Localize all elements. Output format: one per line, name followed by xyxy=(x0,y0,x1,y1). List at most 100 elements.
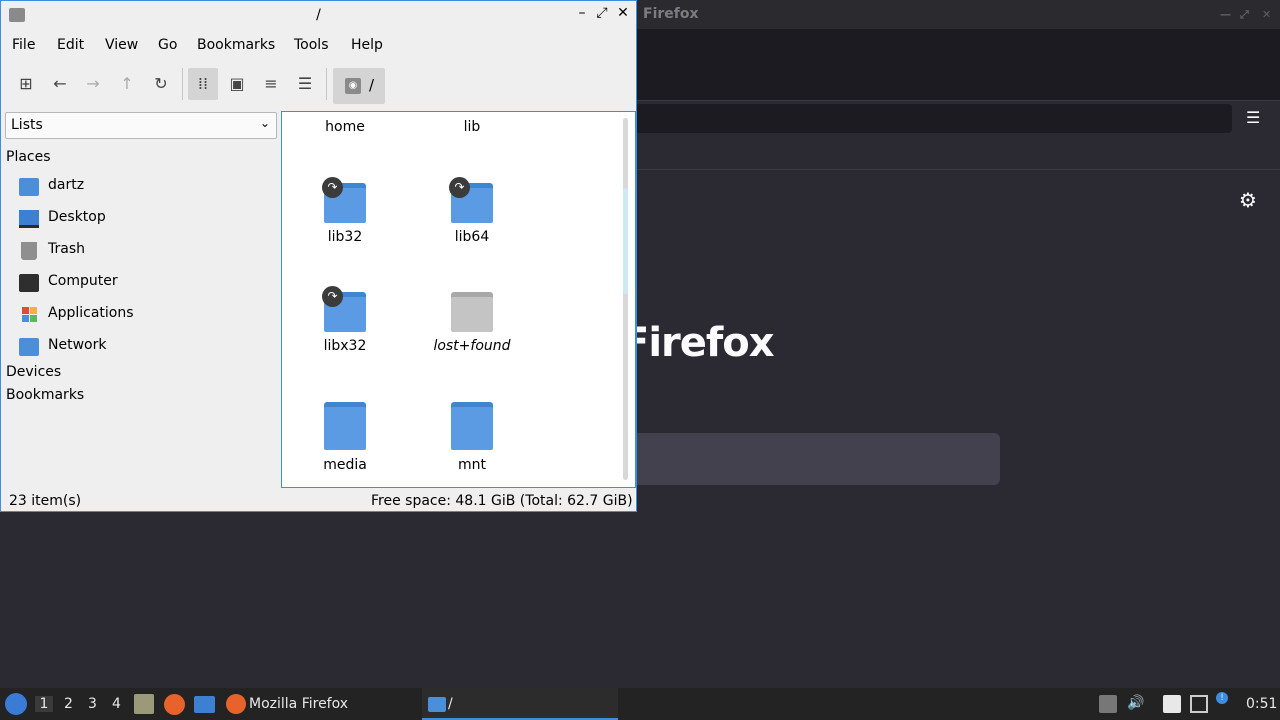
new-tab-icon[interactable]: ⊞ xyxy=(11,68,41,100)
file-manager-titlebar[interactable]: / – ⤢ ✕ xyxy=(1,1,636,30)
firefox-url-bar[interactable] xyxy=(636,104,1232,133)
sidebar-item-label: Network xyxy=(48,337,107,353)
sidebar-item-network[interactable]: Network xyxy=(19,332,269,362)
workspace-3[interactable]: 3 xyxy=(88,696,97,712)
file-item-label: libx32 xyxy=(323,338,367,354)
workspace-2[interactable]: 2 xyxy=(64,696,73,712)
window-title: / xyxy=(316,7,321,23)
path-bar[interactable]: ◉ / xyxy=(333,68,385,104)
menu-tools[interactable]: Tools xyxy=(294,37,329,53)
vertical-scrollbar[interactable] xyxy=(623,118,628,480)
status-item-count: 23 item(s) xyxy=(9,493,82,509)
clipboard-icon[interactable] xyxy=(1163,695,1181,713)
bookmarks-header[interactable]: Bookmarks xyxy=(6,387,84,403)
folder-icon: ↷ xyxy=(449,177,493,223)
back-arrow-icon[interactable]: ← xyxy=(45,68,75,100)
reload-icon[interactable]: ↻ xyxy=(146,68,176,100)
file-item-media[interactable]: media xyxy=(290,402,400,473)
task-label: / xyxy=(448,696,453,712)
toolbar-separator xyxy=(182,68,183,100)
maximize-icon[interactable]: ⤢ xyxy=(593,5,611,21)
file-icon-view[interactable]: home lib ↷ lib32 ↷ lib64 ↷ libx32 lost+f… xyxy=(281,111,636,488)
symlink-arrow-icon: ↷ xyxy=(322,177,343,198)
sidebar-item-dartz[interactable]: dartz xyxy=(19,172,269,202)
menu-edit[interactable]: Edit xyxy=(57,37,84,53)
thumbnail-view-icon[interactable]: ▣ xyxy=(222,68,252,100)
firefox-launcher-icon[interactable] xyxy=(164,694,185,715)
file-item-home[interactable]: home xyxy=(290,119,400,135)
workspace-4[interactable]: 4 xyxy=(112,696,121,712)
file-manager-window: / – ⤢ ✕ File Edit View Go Bookmarks Tool… xyxy=(0,0,637,512)
sidebar-item-applications[interactable]: Applications xyxy=(19,300,269,330)
notification-icon[interactable]: ! xyxy=(1216,692,1228,704)
computer-icon xyxy=(19,274,39,292)
file-item-label: media xyxy=(323,457,367,473)
file-item-lib64[interactable]: ↷ lib64 xyxy=(417,177,527,248)
sidebar-item-computer[interactable]: Computer xyxy=(19,268,269,298)
file-item-libx32[interactable]: ↷ libx32 xyxy=(290,286,400,357)
gear-icon[interactable]: ⚙ xyxy=(1239,188,1257,212)
menu-view[interactable]: View xyxy=(105,37,138,53)
symlink-arrow-icon: ↷ xyxy=(449,177,470,198)
file-item-lib[interactable]: lib xyxy=(417,119,527,135)
eject-icon[interactable] xyxy=(1099,695,1117,713)
sidebar-item-desktop[interactable]: Desktop xyxy=(19,204,269,234)
drive-icon: ◉ xyxy=(345,78,361,94)
file-item-label: mnt xyxy=(458,457,486,473)
close-icon[interactable]: ✕ xyxy=(1262,0,1271,29)
menu-bar: File Edit View Go Bookmarks Tools Help xyxy=(1,31,636,59)
hamburger-menu-icon[interactable]: ☰ xyxy=(1246,108,1260,127)
file-item-lib32[interactable]: ↷ lib32 xyxy=(290,177,400,248)
places-header[interactable]: Places xyxy=(6,149,51,165)
detailed-list-icon[interactable]: ☰ xyxy=(290,68,320,100)
folder-icon: ↷ xyxy=(322,286,366,332)
file-manager-launcher-icon[interactable] xyxy=(134,694,154,714)
clock[interactable]: 0:51 xyxy=(1246,696,1277,712)
toolbar-separator xyxy=(326,68,327,100)
forward-arrow-icon[interactable]: → xyxy=(78,68,108,100)
chevron-down-icon: ⌄ xyxy=(259,116,270,130)
sidebar-item-label: dartz xyxy=(48,177,85,193)
menu-go[interactable]: Go xyxy=(158,37,177,53)
taskbar: 1 2 3 4 Mozilla Firefox / 🔊 ! 0:51 xyxy=(0,688,1280,720)
folder-icon: ↷ xyxy=(322,177,366,223)
start-menu-icon[interactable] xyxy=(5,693,27,715)
file-item-label: lib64 xyxy=(454,229,490,245)
workspace-1[interactable]: 1 xyxy=(35,696,53,712)
menu-help[interactable]: Help xyxy=(351,37,383,53)
file-item-lost-found[interactable]: lost+found xyxy=(417,292,527,357)
close-icon[interactable]: ✕ xyxy=(614,5,632,21)
file-item-mnt[interactable]: mnt xyxy=(417,402,527,473)
firefox-search-box[interactable] xyxy=(636,433,1000,485)
minimize-icon[interactable]: – xyxy=(573,5,591,21)
menu-file[interactable]: File xyxy=(12,37,35,53)
path-root-button[interactable]: / xyxy=(369,76,374,94)
sidebar-item-trash[interactable]: Trash xyxy=(19,236,269,266)
firefox-titlebar[interactable]: Firefox — ⤢ ✕ xyxy=(636,0,1280,29)
menu-bookmarks[interactable]: Bookmarks xyxy=(197,37,275,53)
minimize-icon[interactable]: — xyxy=(1220,0,1231,29)
compact-view-icon[interactable]: ≡ xyxy=(256,68,286,100)
task-firefox[interactable]: Mozilla Firefox xyxy=(222,688,418,720)
task-file-manager[interactable]: / xyxy=(422,688,618,720)
applications-icon xyxy=(19,306,39,324)
toolbar: ⊞ ← → ↑ ↻ ⁞⁞ ▣ ≡ ☰ xyxy=(1,64,636,108)
desktop-launcher-icon[interactable] xyxy=(194,696,215,713)
scrollbar-thumb[interactable] xyxy=(623,188,628,294)
up-arrow-icon[interactable]: ↑ xyxy=(112,68,142,100)
network-status-icon[interactable] xyxy=(1190,695,1208,713)
side-pane-mode-select[interactable]: Lists ⌄ xyxy=(5,112,277,139)
icon-view-icon[interactable]: ⁞⁞ xyxy=(188,68,218,100)
folder-icon xyxy=(451,402,493,450)
firefox-icon xyxy=(226,694,246,714)
firefox-logo-text: Firefox xyxy=(622,320,775,366)
firefox-title: Firefox xyxy=(643,6,699,22)
folder-icon xyxy=(428,697,446,712)
volume-icon[interactable]: 🔊 xyxy=(1127,695,1145,713)
task-label: Mozilla Firefox xyxy=(249,696,349,712)
firefox-window: Firefox — ⤢ ✕ ☰ ⚙ Firefox xyxy=(622,0,1280,688)
devices-header[interactable]: Devices xyxy=(6,364,61,380)
maximize-icon[interactable]: ⤢ xyxy=(1240,0,1249,29)
sidebar-item-label: Trash xyxy=(48,241,85,257)
desktop-icon xyxy=(19,210,39,228)
